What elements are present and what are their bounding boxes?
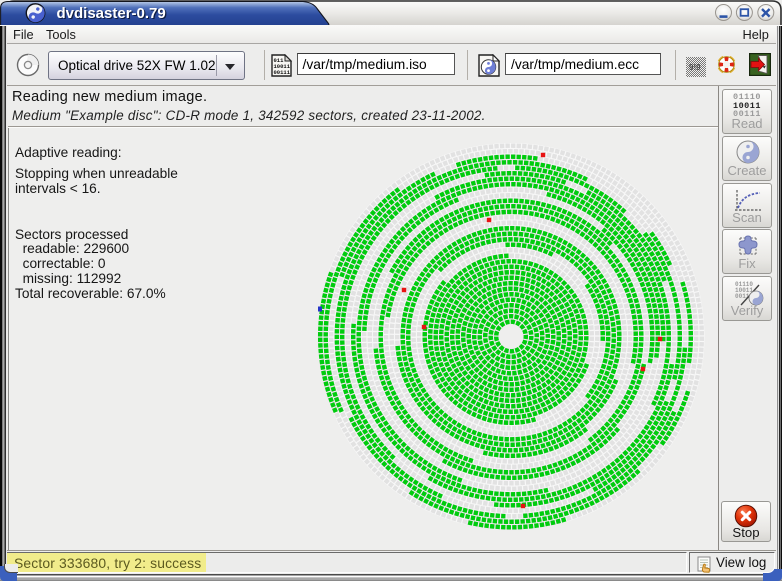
- svg-text:00111: 00111: [274, 69, 291, 76]
- svg-text:9!9: 9!9: [689, 63, 701, 72]
- svg-text:dvdisaster-0.79: dvdisaster-0.79: [57, 5, 166, 22]
